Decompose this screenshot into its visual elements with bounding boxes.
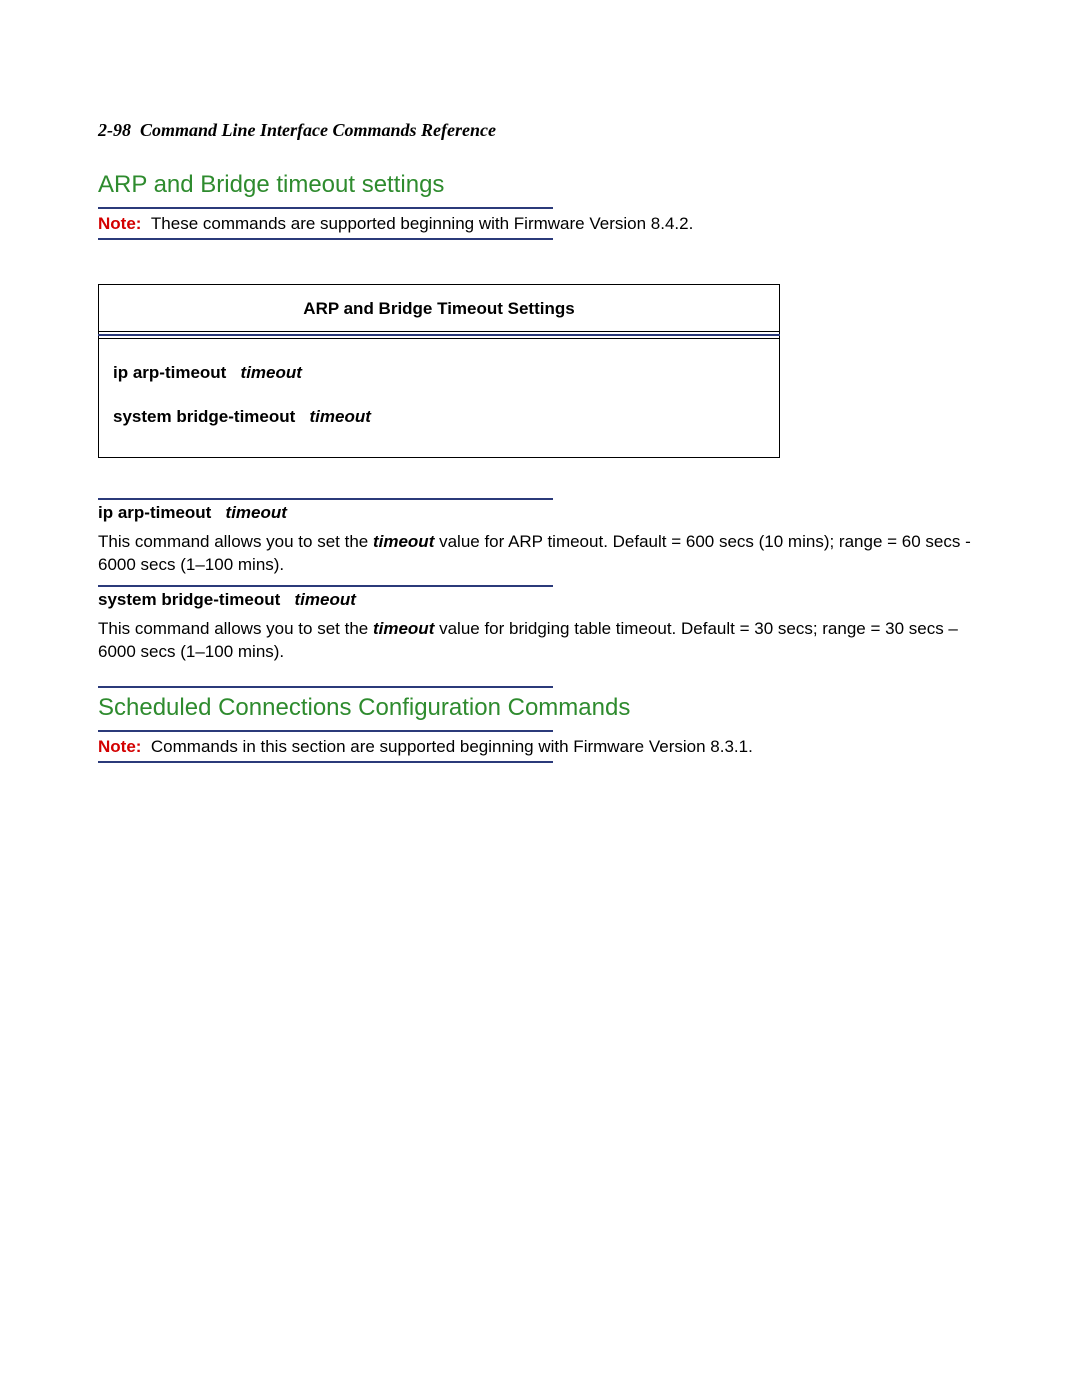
note-line: Note: These commands are supported begin… bbox=[98, 213, 982, 236]
document-title: Command Line Interface Commands Referenc… bbox=[140, 120, 496, 140]
note-text: These commands are supported beginning w… bbox=[151, 214, 693, 233]
command-table-body: ip arp-timeout timeout system bridge-tim… bbox=[99, 339, 779, 457]
command-name: ip arp-timeout bbox=[98, 503, 211, 522]
command-arg: timeout bbox=[241, 363, 302, 382]
command-detail-heading: system bridge-timeout timeout bbox=[98, 590, 982, 610]
note-label: Note: bbox=[98, 214, 141, 233]
command-arg: timeout bbox=[226, 503, 287, 522]
description-text: This command allows you to set the bbox=[98, 619, 373, 638]
note-label: Note: bbox=[98, 737, 141, 756]
command-name: system bridge-timeout bbox=[98, 590, 280, 609]
description-emph: timeout bbox=[373, 532, 434, 551]
divider bbox=[98, 207, 553, 209]
command-name: system bridge-timeout bbox=[113, 407, 295, 426]
description-emph: timeout bbox=[373, 619, 434, 638]
divider bbox=[98, 334, 780, 336]
note-line: Note: Commands in this section are suppo… bbox=[98, 736, 982, 759]
section-heading-scheduled-connections: Scheduled Connections Configuration Comm… bbox=[98, 694, 982, 722]
divider bbox=[98, 585, 553, 587]
document-page: 2-98 Command Line Interface Commands Ref… bbox=[0, 0, 1080, 763]
page-reference: 2-98 bbox=[98, 120, 131, 140]
description-text: This command allows you to set the bbox=[98, 532, 373, 551]
command-arg: timeout bbox=[310, 407, 371, 426]
command-table: ARP and Bridge Timeout Settings ip arp-t… bbox=[98, 284, 780, 458]
table-separator bbox=[98, 331, 780, 339]
command-row: system bridge-timeout timeout bbox=[113, 407, 765, 427]
running-header: 2-98 Command Line Interface Commands Ref… bbox=[98, 120, 982, 141]
command-table-title: ARP and Bridge Timeout Settings bbox=[99, 285, 779, 331]
divider bbox=[98, 686, 553, 688]
command-arg: timeout bbox=[295, 590, 356, 609]
divider bbox=[98, 761, 553, 763]
command-description: This command allows you to set the timeo… bbox=[98, 618, 982, 664]
command-description: This command allows you to set the timeo… bbox=[98, 531, 982, 577]
command-detail: system bridge-timeout timeout This comma… bbox=[98, 585, 982, 664]
note-text: Commands in this section are supported b… bbox=[151, 737, 753, 756]
divider bbox=[98, 238, 553, 240]
command-detail-heading: ip arp-timeout timeout bbox=[98, 503, 982, 523]
section-heading-arp-bridge: ARP and Bridge timeout settings bbox=[98, 171, 982, 199]
command-detail: ip arp-timeout timeout This command allo… bbox=[98, 498, 982, 577]
divider bbox=[98, 730, 553, 732]
command-name: ip arp-timeout bbox=[113, 363, 226, 382]
divider bbox=[98, 498, 553, 500]
command-row: ip arp-timeout timeout bbox=[113, 363, 765, 383]
